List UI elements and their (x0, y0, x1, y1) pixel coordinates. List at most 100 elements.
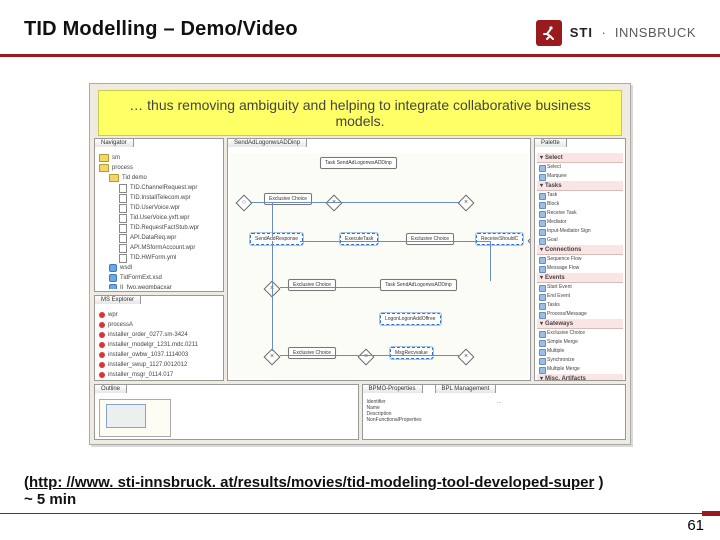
tree-item[interactable]: wpr (99, 310, 221, 320)
canvas-tab[interactable]: SendAdLogonwsADDinp (227, 138, 307, 147)
chevron-down-icon: ▾ (540, 182, 543, 189)
blue-icon (109, 274, 117, 282)
palette-item[interactable]: Input-Mediator Sign (537, 227, 623, 236)
palette-item[interactable]: Message Flow (537, 264, 623, 273)
gate-x6-icon[interactable]: × (458, 349, 475, 366)
palette-item[interactable]: Task (537, 191, 623, 200)
properties-pane[interactable]: BPMO-Properties BPL Management Identifie… (362, 384, 627, 440)
palette-item[interactable]: Receive Task (537, 209, 623, 218)
palette-item[interactable]: Tasks (537, 301, 623, 310)
tree-item[interactable]: process (99, 163, 221, 173)
minimap-viewport[interactable] (106, 404, 146, 428)
palette-group-header[interactable]: ▾Events (537, 273, 623, 283)
tree-item-label: installer_modelgr_1231.mdc.0211 (108, 340, 198, 350)
outline-minimap[interactable] (99, 399, 171, 437)
gate-x5-icon[interactable]: × (358, 349, 375, 366)
palette-group-label: Gateways (545, 321, 573, 327)
palette-item[interactable]: End Event (537, 292, 623, 301)
bpl-mgmt-tab[interactable]: BPL Management (435, 384, 497, 393)
tree-item[interactable]: Tid.UserVoice.yxft.wpr (99, 213, 221, 223)
navigator-tab[interactable]: Navigator (94, 138, 134, 147)
canvas-inner[interactable]: Task SendAdLogonwsADDinp ○ Exclusive Cho… (230, 153, 528, 378)
logo-mark-icon (536, 20, 562, 46)
palette-item[interactable]: Marquee (537, 172, 623, 181)
palette-item[interactable]: Select (537, 163, 623, 172)
file-icon (119, 244, 127, 253)
tree-item[interactable]: Tid demo (99, 173, 221, 183)
tree-item[interactable]: TID.HWForm.yml (99, 253, 221, 263)
ms-explorer-pane[interactable]: MS Explorer wprprocessAinstaller_order_0… (94, 295, 224, 381)
node-exclusive-2[interactable]: Exclusive Choice (406, 233, 454, 245)
tree-item[interactable]: installer_swup_1127.0012012 (99, 360, 221, 370)
palette-group-header[interactable]: ▾Connections (537, 245, 623, 255)
node-logonadd[interactable]: LogonLogonAddOffree (380, 313, 441, 325)
tree-item[interactable]: TID.RequestFactStub.wpr (99, 223, 221, 233)
running-person-icon (541, 25, 557, 41)
palette-item[interactable]: Multiple Merge (537, 365, 623, 374)
node-msgflow-label: MsgFlow Message Task-ToSubMove (270, 379, 359, 381)
tree-item[interactable]: API.MSformAccount.wpr (99, 243, 221, 253)
tree-item[interactable]: TID.UserVoice.wpr (99, 203, 221, 213)
gate-x1-icon[interactable]: × (326, 195, 343, 212)
palette-group-header[interactable]: ▾Gateways (537, 319, 623, 329)
tree-item-label: Tid demo (122, 173, 147, 183)
tree-item[interactable]: TidFormExt.xsd (99, 273, 221, 283)
gate-start-icon[interactable]: ○ (236, 195, 253, 212)
caption-duration: ~ 5 min (24, 491, 76, 508)
chevron-down-icon: ▾ (540, 154, 543, 161)
tree-item[interactable]: installer_modelgr_1231.mdc.0211 (99, 340, 221, 350)
palette-item[interactable]: Start Event (537, 283, 623, 292)
embedded-screenshot: … thus removing ambiguity and helping to… (89, 83, 631, 445)
node-task2[interactable]: Task SendAdLogonwsADDinp (380, 279, 457, 291)
node-sendadd[interactable]: SendAddResponse (250, 233, 303, 245)
tree-item[interactable]: wsdl (99, 263, 221, 273)
palette-group-header[interactable]: ▾Tasks (537, 181, 623, 191)
tree-item[interactable]: API.DataReq.wpr (99, 233, 221, 243)
gate-x4-icon[interactable]: × (264, 349, 281, 366)
node-task-header[interactable]: Task SendAdLogonwsADDinp (320, 157, 397, 169)
palette-item[interactable]: Goal (537, 236, 623, 245)
palette-group-label: Tasks (545, 183, 562, 189)
tree-item[interactable]: TID.ChannelRequest.wpr (99, 183, 221, 193)
palette-pane[interactable]: Palette ▾SelectSelectMarquee▾TasksTaskBl… (534, 138, 626, 381)
node-exclusive-4[interactable]: Exclusive Choice (288, 347, 336, 359)
outline-tab[interactable]: Outline (94, 384, 127, 393)
node-receive[interactable]: ReceiveShouldC (476, 233, 523, 245)
properties-tab[interactable]: BPMO-Properties (362, 384, 423, 393)
palette-item[interactable]: Multiple (537, 347, 623, 356)
tree-item[interactable]: TID.InstallTelecom.wpr (99, 193, 221, 203)
chevron-down-icon: ▾ (540, 274, 543, 281)
ms-explorer-tab[interactable]: MS Explorer (94, 295, 141, 304)
tree-item-label: TID.UserVoice.wpr (130, 203, 180, 213)
palette-item[interactable]: Simple Merge (537, 338, 623, 347)
tree-item[interactable]: installer_order_0277.sm-3424 (99, 330, 221, 340)
tree-item[interactable]: installer_msgr_0114.017 (99, 370, 221, 378)
file-icon (119, 204, 127, 213)
palette-item[interactable]: Mediator (537, 218, 623, 227)
video-link[interactable]: http: //www. sti-innsbruck. at/results/m… (29, 474, 594, 491)
node-synstart[interactable]: ExecuteTask (340, 233, 378, 245)
gate-end-icon[interactable]: ● (528, 233, 531, 250)
palette-group-header[interactable]: ▾Misc. Artifacts (537, 374, 623, 381)
navigator-pane[interactable]: Navigator smprocessTid demoTID.ChannelRe… (94, 138, 224, 292)
palette-item[interactable]: Exclusive Choice (537, 329, 623, 338)
tree-item-label: wsdl (120, 263, 132, 273)
outline-pane[interactable]: Outline (94, 384, 359, 440)
palette-item[interactable]: Block (537, 200, 623, 209)
palette-tab[interactable]: Palette (534, 138, 567, 147)
gate-x2-icon[interactable]: × (458, 195, 475, 212)
tree-item[interactable]: installer_owbw_1037.1114003 (99, 350, 221, 360)
tree-item[interactable]: processA (99, 320, 221, 330)
palette-item[interactable]: Synchronize (537, 356, 623, 365)
palette-item[interactable]: Sequence Flow (537, 255, 623, 264)
tree-item[interactable]: II_fwo.wegmbacxar (99, 283, 221, 289)
model-icon (99, 372, 105, 378)
tree-item[interactable]: sm (99, 153, 221, 163)
tree-item-label: TID.HWForm.yml (130, 253, 176, 263)
caption-banner: … thus removing ambiguity and helping to… (98, 90, 622, 136)
palette-item[interactable]: Process/Message (537, 310, 623, 319)
node-recv2[interactable]: MsgRecvvalue (390, 347, 433, 359)
palette-group-header[interactable]: ▾Select (537, 153, 623, 163)
node-exclusive-3[interactable]: Exclusive Choice (288, 279, 336, 291)
diagram-canvas[interactable]: SendAdLogonwsADDinp Task SendAdLogonwsAD… (227, 138, 531, 381)
